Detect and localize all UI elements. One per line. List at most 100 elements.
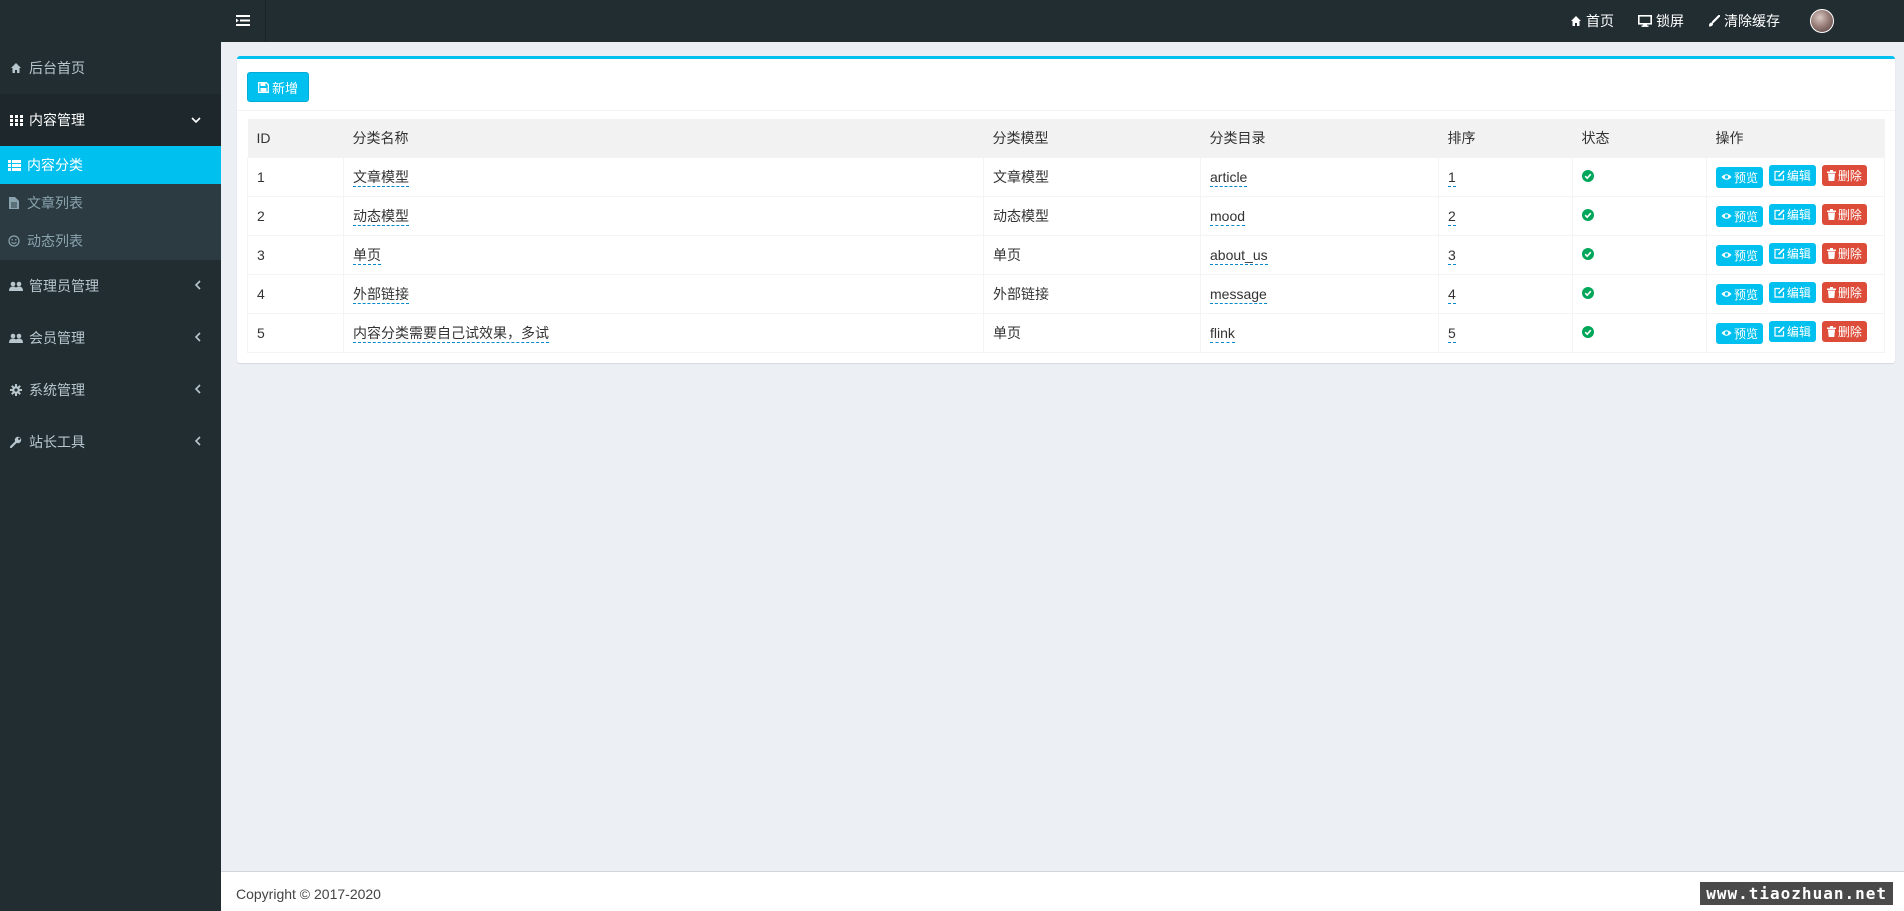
sidebar-item-label: 系统管理 [29,382,85,398]
editable-sort[interactable]: 2 [1448,207,1456,226]
editable-name[interactable]: 文章模型 [353,168,409,187]
edit-button[interactable]: 编辑 [1768,204,1816,226]
sidebar-item-label: 文章列表 [27,195,83,211]
editable-dir[interactable]: about_us [1210,246,1268,265]
users-icon [9,331,23,345]
cell-actions: 预览 编辑 删除 [1706,312,1885,353]
column-header-status: 状态 [1572,119,1707,157]
column-header-name[interactable]: 分类名称 [343,119,984,157]
cell-status [1572,234,1707,274]
delete-button[interactable]: 删除 [1821,282,1867,304]
preview-button[interactable]: 预览 [1716,322,1764,344]
cell-status [1572,312,1707,353]
editable-sort[interactable]: 1 [1448,168,1456,187]
nav-lock-label: 锁屏 [1656,13,1684,29]
preview-label: 预览 [1734,326,1759,341]
trash-icon [1826,248,1836,260]
navbar-right: 首页 锁屏 清除缓存 [1558,0,1834,42]
save-icon [258,81,269,93]
chevron-down-icon [191,113,201,127]
sidebar-item-members[interactable]: 会员管理 [0,312,221,364]
editable-name[interactable]: 内容分类需要自己试效果，多试 [353,324,549,343]
preview-button[interactable]: 预览 [1716,205,1764,227]
nav-lock-link[interactable]: 锁屏 [1626,0,1696,42]
file-icon [7,196,21,210]
sidebar-item-tools[interactable]: 站长工具 [0,416,221,468]
sidebar-item-articles[interactable]: 文章列表 [0,184,221,222]
check-circle-icon[interactable] [1582,286,1594,299]
category-table: ID 分类名称 分类模型 分类目录 排序 状态 操作 1 文章模型 文章模型 a… [247,119,1885,353]
cell-model: 单页 [983,312,1201,353]
sidebar-item-system[interactable]: 系统管理 [0,364,221,416]
table-row: 3 单页 单页 about_us 3 预览 编辑 删除 [247,234,1885,274]
cell-sort: 2 [1438,195,1573,235]
editable-sort[interactable]: 5 [1448,324,1456,343]
cell-name: 文章模型 [343,156,984,196]
check-circle-icon[interactable] [1582,247,1594,260]
edit-button[interactable]: 编辑 [1768,243,1816,265]
column-header-sort[interactable]: 排序 [1438,119,1573,157]
preview-button[interactable]: 预览 [1716,166,1764,188]
edit-button[interactable]: 编辑 [1768,321,1816,343]
column-header-id[interactable]: ID [247,119,344,157]
cell-sort: 4 [1438,273,1573,313]
table-row: 1 文章模型 文章模型 article 1 预览 编辑 删除 [247,156,1885,196]
trash-icon [1826,287,1836,299]
editable-sort[interactable]: 3 [1448,246,1456,265]
editable-name[interactable]: 单页 [353,246,381,265]
user-avatar[interactable] [1810,9,1834,33]
check-circle-icon[interactable] [1582,169,1594,182]
editable-name[interactable]: 动态模型 [353,207,409,226]
cell-id: 5 [247,312,344,353]
eye-icon [1721,329,1732,337]
logo-area [0,0,221,42]
cell-status [1572,195,1707,235]
chevron-left-icon [194,383,201,397]
sidebar: 后台首页 内容管理 内容分类 文章列表 动态列表 管理员管理 会员管理 系统管理… [0,0,221,911]
sidebar-item-home[interactable]: 后台首页 [0,42,221,94]
box-header: 新增 [237,59,1895,111]
editable-dir[interactable]: message [1210,285,1267,304]
cell-sort: 5 [1438,312,1573,353]
delete-button[interactable]: 删除 [1821,321,1867,343]
preview-button[interactable]: 预览 [1716,244,1764,266]
delete-button[interactable]: 删除 [1821,204,1867,226]
trash-icon [1826,326,1836,338]
cell-id: 3 [247,234,344,274]
editable-dir[interactable]: flink [1210,324,1235,343]
table-row: 2 动态模型 动态模型 mood 2 预览 编辑 删除 [247,195,1885,235]
preview-button[interactable]: 预览 [1716,283,1764,305]
sidebar-item-content[interactable]: 内容管理 [0,94,221,146]
category-box: 新增 ID 分类名称 分类模型 分类目录 排序 状态 操作 1 文章模型 文章模… [237,56,1895,363]
sidebar-item-admins[interactable]: 管理员管理 [0,260,221,312]
cell-actions: 预览 编辑 删除 [1706,195,1885,235]
column-header-model[interactable]: 分类模型 [983,119,1201,157]
cell-sort: 1 [1438,156,1573,196]
nav-clear-cache-link[interactable]: 清除缓存 [1696,0,1792,42]
editable-name[interactable]: 外部链接 [353,285,409,304]
delete-label: 删除 [1837,208,1862,223]
nav-home-label: 首页 [1586,13,1614,29]
cell-dir: article [1200,156,1439,196]
column-header-dir[interactable]: 分类目录 [1200,119,1439,157]
preview-label: 预览 [1734,170,1759,185]
delete-label: 删除 [1837,286,1862,301]
editable-dir[interactable]: mood [1210,207,1246,226]
nav-home-link[interactable]: 首页 [1558,0,1626,42]
sidebar-item-category[interactable]: 内容分类 [0,146,221,184]
preview-label: 预览 [1734,287,1759,302]
check-circle-icon[interactable] [1582,208,1594,221]
editable-sort[interactable]: 4 [1448,285,1456,304]
add-button[interactable]: 新增 [247,72,310,102]
sidebar-toggle-button[interactable] [221,0,266,42]
edit-label: 编辑 [1786,169,1811,184]
eye-icon [1721,212,1732,220]
sidebar-item-moods[interactable]: 动态列表 [0,222,221,260]
delete-button[interactable]: 删除 [1821,165,1867,187]
delete-button[interactable]: 删除 [1821,243,1867,265]
editable-dir[interactable]: article [1210,168,1248,187]
edit-button[interactable]: 编辑 [1768,165,1816,187]
edit-button[interactable]: 编辑 [1768,282,1816,304]
edit-icon [1774,326,1785,337]
check-circle-icon[interactable] [1582,325,1594,338]
